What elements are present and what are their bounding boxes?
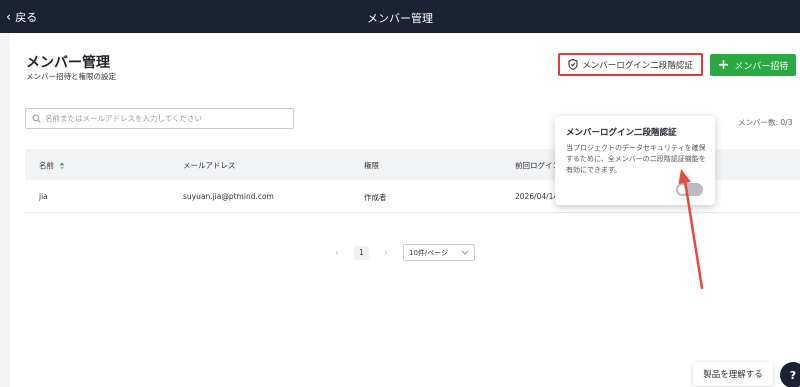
- cell-email: suyuan.jia@ptmind.com: [183, 192, 274, 201]
- sort-icon[interactable]: [59, 162, 65, 170]
- popover-description: 当プロジェクトのデータセキュリティを確保するために、全メンバーの二段階認証機能を…: [566, 144, 706, 174]
- pagination: ‹ 1 › 10件/ページ: [331, 244, 475, 261]
- plus-icon: +: [717, 57, 730, 73]
- page-size-select[interactable]: 10件/ページ: [403, 244, 475, 261]
- column-header-email: メールアドレス: [183, 161, 236, 170]
- shield-icon: [568, 59, 578, 70]
- cell-name: jia: [39, 192, 48, 201]
- help-icon[interactable]: ?: [780, 362, 800, 387]
- cell-role: 作成者: [364, 193, 387, 202]
- search-input[interactable]: [45, 114, 285, 123]
- prev-page-icon[interactable]: ‹: [331, 248, 343, 257]
- window-title: メンバー管理: [367, 12, 433, 25]
- toggle-knob: [678, 185, 687, 194]
- column-header-name[interactable]: 名前: [39, 160, 65, 171]
- page-title: メンバー管理: [26, 55, 110, 71]
- column-header-last-login: 前回ログイン: [515, 161, 560, 170]
- chevron-down-icon: [461, 250, 469, 255]
- two-factor-auth-button[interactable]: メンバーログイン二段階認証: [558, 53, 703, 76]
- main-content: メンバー管理 メンバー招待と権限の設定 メンバーログイン二段階認証 + メンバー…: [10, 33, 800, 387]
- popover-title: メンバーログイン二段階認証: [566, 128, 677, 138]
- two-factor-auth-label: メンバーログイン二段階認証: [582, 60, 693, 71]
- invite-member-label: メンバー招待: [734, 61, 789, 72]
- understand-product-button[interactable]: 製品を理解する: [693, 362, 773, 386]
- page-number-current[interactable]: 1: [354, 245, 369, 260]
- page-size-value: 10件/ページ: [409, 248, 449, 257]
- member-count: メンバー数: 0/3: [738, 118, 793, 127]
- two-factor-popover: メンバーログイン二段階認証 当プロジェクトのデータセキュリティを確保するために、…: [555, 116, 715, 205]
- invite-member-button[interactable]: + メンバー招待: [710, 54, 796, 76]
- next-page-icon[interactable]: ›: [380, 248, 392, 257]
- top-bar: ‹ 戻る メンバー管理: [0, 0, 800, 33]
- page-subtitle: メンバー招待と権限の設定: [26, 72, 116, 81]
- search-icon: [32, 114, 41, 123]
- search-box[interactable]: [25, 108, 294, 129]
- column-header-role: 権限: [364, 161, 379, 170]
- two-factor-toggle[interactable]: [676, 183, 703, 196]
- cell-last-login: 2026/04/14: [515, 192, 559, 201]
